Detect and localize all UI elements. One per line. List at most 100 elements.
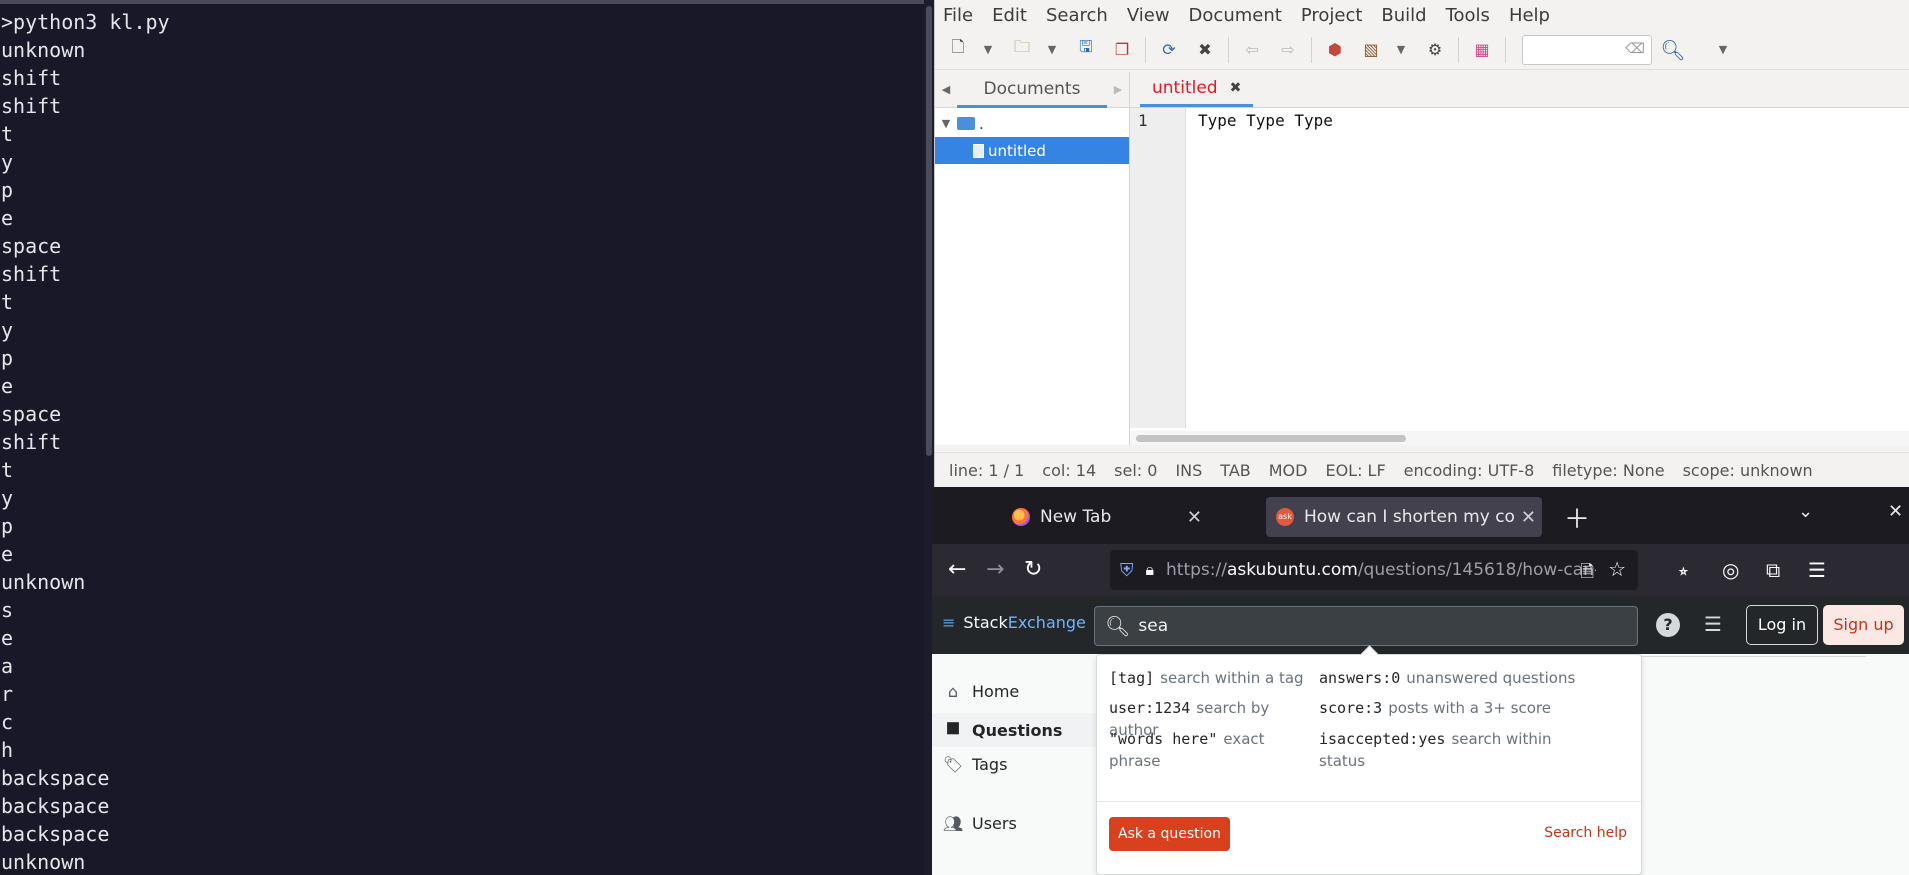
toolbar-separator — [1458, 36, 1459, 63]
sidebar-scroll-left-icon[interactable]: ◀ — [935, 83, 957, 96]
account-icon[interactable]: ◎ — [1722, 558, 1739, 582]
terminal-output-line: shift — [1, 94, 62, 118]
url-text[interactable]: https://askubuntu.com/questions/145618/h… — [1166, 560, 1596, 580]
tag-icon: 🏷︎ — [942, 755, 964, 774]
toolbar-overflow-icon[interactable]: ▼ — [1716, 37, 1730, 63]
menu-document[interactable]: Document — [1189, 5, 1282, 26]
new-file-dropdown-icon[interactable]: ▼ — [981, 37, 995, 63]
tip-description: posts with a 3+ score — [1388, 699, 1551, 717]
sidebar-scroll-right-icon[interactable]: ▶ — [1107, 83, 1129, 96]
tree-expander-icon[interactable]: ▼ — [935, 117, 957, 130]
login-button[interactable]: Log in — [1746, 605, 1818, 645]
menu-project[interactable]: Project — [1301, 5, 1363, 26]
line-number: 1 — [1138, 111, 1148, 130]
tip-description: search within a tag — [1160, 669, 1304, 687]
color-chooser-icon[interactable]: ▦ — [1469, 37, 1495, 63]
extensions-icon[interactable]: ⧉ — [1766, 558, 1780, 582]
reload-icon[interactable]: ⟳ — [1156, 37, 1182, 63]
tip-code: score:3 — [1319, 699, 1383, 717]
save-all-icon[interactable]: ❐ — [1109, 37, 1135, 63]
stackexchange-logo[interactable]: ≡ Stack Exchange — [942, 613, 1086, 632]
tracking-protection-shield-icon[interactable]: ⛨ — [1120, 560, 1134, 581]
search-help-link[interactable]: Search help — [1544, 825, 1627, 841]
open-file-icon[interactable]: 🗀 — [1009, 37, 1035, 63]
build-dropdown-icon[interactable]: ▼ — [1394, 37, 1408, 63]
close-tab-icon[interactable]: ✕ — [1187, 507, 1202, 528]
list-all-tabs-chevron-icon[interactable]: ⌄ — [1798, 501, 1813, 522]
terminal-output-line: y — [1, 486, 14, 510]
close-tab-icon[interactable]: ✕ — [1521, 507, 1536, 528]
clear-search-icon[interactable]: ⌫ — [1625, 41, 1645, 57]
open-file-dropdown-icon[interactable]: ▼ — [1045, 37, 1059, 63]
new-file-icon[interactable]: 🗋 — [945, 37, 971, 63]
nav-tags[interactable]: 🏷︎ Tags — [942, 755, 1008, 774]
new-tab-plus-icon[interactable]: ＋ — [1564, 499, 1590, 536]
compile-icon[interactable]: ⬢ — [1322, 37, 1348, 63]
terminal-output-line: y — [1, 150, 14, 174]
menu-edit[interactable]: Edit — [992, 5, 1027, 26]
find-icon[interactable]: 🔍︎ — [1660, 37, 1686, 63]
editor-area[interactable]: 1 Type Type Type — [1130, 108, 1909, 428]
menu-search[interactable]: Search — [1046, 5, 1108, 26]
url-domain: askubuntu.com — [1226, 560, 1358, 580]
terminal-output-line: a — [1, 654, 14, 678]
help-icon[interactable]: ? — [1656, 613, 1680, 637]
line-number-gutter: 1 — [1130, 108, 1186, 428]
forward-arrow-icon[interactable]: → — [986, 557, 1004, 582]
terminal-output-line: e — [1, 542, 14, 566]
navigate-forward-icon[interactable]: ⇨ — [1275, 37, 1301, 63]
tip-code: "words here" — [1109, 730, 1218, 748]
terminal-scrollbar-thumb[interactable] — [926, 6, 932, 456]
editor: untitled ✖ 1 Type Type Type — [1130, 71, 1909, 445]
terminal-output-line: backspace — [1, 822, 110, 846]
menu-help[interactable]: Help — [1509, 5, 1550, 26]
url-path: /questions/145618/how-can-i-shorten-my-c… — [1357, 560, 1597, 580]
nav-users[interactable]: 👥︎ Users — [942, 814, 1017, 833]
signup-button[interactable]: Sign up — [1823, 605, 1904, 645]
search-tip: answers:0 unanswered questions — [1319, 667, 1637, 689]
bookmark-star-icon[interactable]: ☆ — [1608, 557, 1626, 581]
terminal-output-line: t — [1, 458, 14, 482]
ask-question-button[interactable]: Ask a question — [1109, 817, 1230, 851]
site-switcher-icon[interactable]: ☰ — [1704, 612, 1722, 636]
back-arrow-icon[interactable]: ← — [948, 557, 966, 582]
url-bar[interactable]: ⛨ 🔒︎ https://askubuntu.com/questions/145… — [1110, 550, 1638, 590]
toolbar-search-input[interactable]: ⌫ — [1522, 34, 1652, 65]
reload-icon[interactable]: ↻ — [1024, 557, 1042, 582]
tree-file-row[interactable]: untitled — [935, 137, 1129, 164]
site-search-input[interactable]: 🔍︎ sea — [1094, 606, 1638, 646]
tab-untitled[interactable]: untitled ✖ — [1140, 71, 1254, 107]
tab-new-tab[interactable]: New Tab ✕ — [992, 497, 1202, 537]
navigate-back-icon[interactable]: ⇦ — [1239, 37, 1265, 63]
menu-hamburger-icon[interactable]: ☰ — [1808, 558, 1826, 582]
scrollbar-thumb[interactable] — [1136, 435, 1406, 442]
window-close-icon[interactable]: ✕ — [1888, 501, 1903, 522]
dropdown-divider — [1097, 801, 1641, 802]
save-icon[interactable]: 🖫 — [1073, 37, 1099, 63]
tip-code: [tag] — [1109, 669, 1155, 687]
menu-tools[interactable]: Tools — [1446, 5, 1490, 26]
tree-folder-row[interactable]: ▼ . — [935, 110, 1129, 137]
execute-icon[interactable]: ⚙ — [1422, 37, 1448, 63]
sidebar: ◀ Documents ▶ ▼ . untitled — [935, 72, 1130, 445]
pocket-icon[interactable]: ⭒ — [1678, 558, 1689, 582]
terminal-window[interactable]: >python3 kl.py unknown shift shift t y p e space… — [0, 0, 924, 875]
reader-view-icon[interactable]: 🗎 — [1580, 559, 1594, 588]
tab-documents[interactable]: Documents — [957, 72, 1107, 108]
menu-view[interactable]: View — [1127, 5, 1170, 26]
status-encoding: encoding: UTF-8 — [1403, 460, 1535, 480]
menu-build[interactable]: Build — [1381, 5, 1426, 26]
menu-file[interactable]: File — [943, 5, 973, 26]
nav-questions[interactable]: ⯀ Questions — [932, 713, 1098, 747]
code-text[interactable]: Type Type Type — [1188, 108, 1909, 428]
tab-askubuntu[interactable]: ask How can I shorten my command line pr… — [1266, 497, 1542, 537]
navigation-bar: ← → ↻ ⛨ 🔒︎ https://askubuntu.com/questio… — [932, 544, 1909, 596]
terminal-output-line: unknown — [1, 850, 86, 874]
close-file-icon[interactable]: ✖ — [1192, 37, 1218, 63]
lock-icon[interactable]: 🔒︎ — [1146, 560, 1155, 580]
editor-horizontal-scrollbar[interactable] — [1130, 431, 1909, 445]
nav-home[interactable]: ⌂ Home — [942, 682, 1019, 701]
build-icon[interactable]: ▧ — [1358, 37, 1384, 63]
tip-code: isaccepted:yes — [1319, 730, 1446, 748]
close-tab-icon[interactable]: ✖ — [1230, 80, 1242, 96]
